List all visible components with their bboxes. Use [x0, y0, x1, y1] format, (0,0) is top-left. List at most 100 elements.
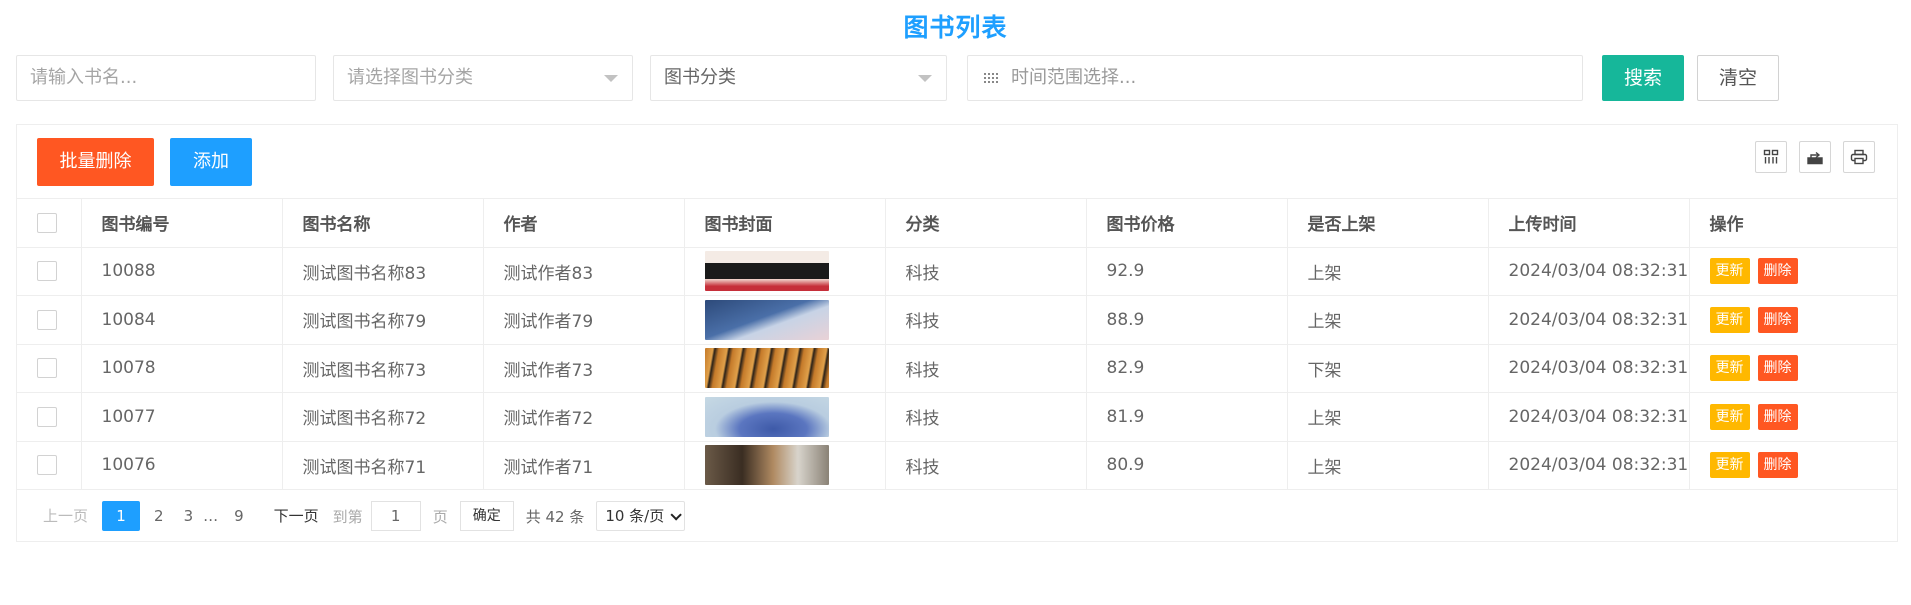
category-select[interactable]: 请选择图书分类 [333, 55, 633, 101]
book-cover-image [704, 445, 829, 486]
book-id: 10084 [81, 295, 283, 345]
book-status: 上架 [1287, 392, 1489, 442]
update-button[interactable]: 更新 [1709, 306, 1750, 333]
column-header: 是否上架 [1287, 199, 1489, 248]
next-page-link[interactable]: 下一页 [268, 501, 325, 531]
row-checkbox[interactable] [37, 261, 57, 282]
book-id: 10088 [81, 247, 283, 296]
book-id: 10078 [81, 344, 283, 393]
page-title: 图书列表 [903, 13, 1008, 42]
update-button[interactable]: 更新 [1709, 403, 1750, 430]
column-header: 图书名称 [282, 199, 484, 248]
export-icon[interactable] [1799, 141, 1831, 173]
date-range-input[interactable]: 时间范围选择... [967, 55, 1583, 101]
update-button[interactable]: 更新 [1709, 258, 1750, 285]
row-checkbox[interactable] [37, 406, 57, 427]
book-id: 10077 [81, 392, 283, 442]
delete-button[interactable]: 删除 [1757, 403, 1798, 430]
upload-time: 2024/03/04 08:32:31 [1488, 392, 1690, 442]
upload-time: 2024/03/04 08:32:31 [1488, 247, 1690, 296]
row-checkbox[interactable] [37, 455, 57, 476]
pagination: 上一页 1 2 3 … 9 下一页 到第 1 页 确定 共 42 条 10 条/… [17, 491, 1897, 541]
column-header: 图书封面 [684, 199, 886, 248]
book-table: 图书编号 图书名称 作者 图书封面 分类 图书价格 是否上架 上传时间 操作 1… [17, 199, 1897, 490]
book-price: 92.9 [1086, 247, 1288, 296]
page-link[interactable]: 3 [178, 501, 200, 531]
delete-button[interactable]: 删除 [1757, 355, 1798, 382]
book-author: 测试作者79 [483, 295, 685, 345]
upload-time: 2024/03/04 08:32:31 [1488, 441, 1690, 490]
upload-time: 2024/03/04 08:32:31 [1488, 295, 1690, 345]
select-all-checkbox[interactable] [37, 212, 57, 233]
book-status: 上架 [1287, 441, 1489, 490]
table-toolbar: 批量删除 添加 [17, 125, 1897, 199]
category-select-2[interactable]: 图书分类 [650, 55, 947, 101]
page-link-current[interactable]: 1 [102, 501, 141, 531]
page-size-value: 10 条/页 [605, 507, 665, 525]
update-button[interactable]: 更新 [1709, 452, 1750, 479]
book-name-input[interactable]: 请输入书名... [16, 55, 316, 101]
print-icon[interactable] [1843, 141, 1875, 173]
table-header-row: 图书编号 图书名称 作者 图书封面 分类 图书价格 是否上架 上传时间 操作 [17, 199, 1897, 248]
book-cover-image [704, 251, 829, 292]
book-author: 测试作者71 [483, 441, 685, 490]
book-author: 测试作者73 [483, 344, 685, 393]
table-row: 10084 测试图书名称79 测试作者79 科技 88.9 上架 2024/03… [17, 295, 1897, 345]
table-row: 10078 测试图书名称73 测试作者73 科技 82.9 下架 2024/03… [17, 344, 1897, 393]
batch-delete-button[interactable]: 批量删除 [37, 138, 154, 186]
book-category: 科技 [885, 295, 1087, 345]
book-status: 下架 [1287, 344, 1489, 393]
book-author: 测试作者83 [483, 247, 685, 296]
chevron-down-icon [604, 75, 618, 82]
book-name-placeholder: 请输入书名... [30, 67, 138, 88]
book-category: 科技 [885, 392, 1087, 442]
book-author: 测试作者72 [483, 392, 685, 442]
book-id: 10076 [81, 441, 283, 490]
chevron-down-icon [918, 75, 932, 82]
goto-label: 到第 [332, 507, 363, 526]
row-checkbox[interactable] [37, 358, 57, 379]
add-button[interactable]: 添加 [170, 138, 252, 186]
book-category: 科技 [885, 441, 1087, 490]
book-name: 测试图书名称83 [282, 247, 484, 296]
book-name: 测试图书名称73 [282, 344, 484, 393]
grid-columns-icon[interactable] [1755, 141, 1787, 173]
category-select-placeholder: 请选择图书分类 [347, 67, 473, 88]
page-size-select[interactable]: 10 条/页 [596, 501, 686, 531]
date-range-placeholder: 时间范围选择... [1011, 67, 1137, 88]
delete-button[interactable]: 删除 [1757, 258, 1798, 285]
table-row: 10076 测试图书名称71 测试作者71 科技 80.9 上架 2024/03… [17, 441, 1897, 490]
column-header: 作者 [483, 199, 685, 248]
row-checkbox[interactable] [37, 309, 57, 330]
book-cover-image [704, 348, 829, 389]
book-category: 科技 [885, 247, 1087, 296]
book-cover-image [704, 299, 829, 340]
clear-button[interactable]: 清空 [1697, 55, 1779, 101]
book-price: 88.9 [1086, 295, 1288, 345]
book-name: 测试图书名称71 [282, 441, 484, 490]
book-cover-image [704, 396, 829, 437]
calendar-icon [983, 72, 998, 85]
goto-confirm-button[interactable]: 确定 [459, 501, 514, 531]
book-table-card: 批量删除 添加 图书编号 图书名称 作者 图书封面 分类 图书价格 是否上架 上… [16, 124, 1898, 542]
book-price: 82.9 [1086, 344, 1288, 393]
book-price: 81.9 [1086, 392, 1288, 442]
column-header: 图书价格 [1086, 199, 1288, 248]
goto-page-input[interactable]: 1 [370, 501, 421, 531]
table-row: 10088 测试图书名称83 测试作者83 科技 92.9 上架 2024/03… [17, 247, 1897, 296]
book-status: 上架 [1287, 247, 1489, 296]
column-header: 分类 [885, 199, 1087, 248]
page-link-last[interactable]: 9 [228, 501, 250, 531]
column-header: 上传时间 [1488, 199, 1690, 248]
column-header: 操作 [1689, 199, 1897, 248]
page-link[interactable]: 2 [148, 501, 170, 531]
total-count: 共 42 条 [525, 507, 585, 526]
column-header: 图书编号 [81, 199, 283, 248]
search-button[interactable]: 搜索 [1602, 55, 1684, 101]
chevron-down-icon [670, 509, 683, 521]
prev-page-link[interactable]: 上一页 [37, 501, 94, 531]
update-button[interactable]: 更新 [1709, 355, 1750, 382]
delete-button[interactable]: 删除 [1757, 452, 1798, 479]
delete-button[interactable]: 删除 [1757, 306, 1798, 333]
book-category: 科技 [885, 344, 1087, 393]
